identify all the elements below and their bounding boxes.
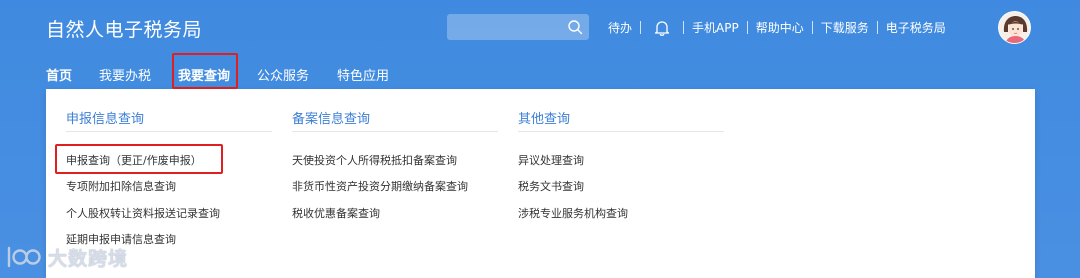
avatar[interactable] <box>998 11 1031 44</box>
user-avatar-icon <box>999 12 1030 43</box>
menu-item-tax-agency-query[interactable]: 涉税专业服务机构查询 <box>518 205 628 221</box>
menu-item-special-deduction-query[interactable]: 专项附加扣除信息查询 <box>66 178 176 194</box>
nav-item-featured-apps[interactable]: 特色应用 <box>337 65 389 84</box>
download-service-link[interactable]: 下载服务 <box>813 19 877 36</box>
main-nav: 首页 我要办税 我要查询 公众服务 特色应用 <box>0 55 1080 91</box>
search-icon[interactable] <box>567 19 583 35</box>
app-title: 自然人电子税务局 <box>46 19 203 41</box>
top-header: 自然人电子税务局 待办 手机APP 帮助中心 下载服务 电子税务局 <box>0 0 1080 55</box>
divider <box>640 21 642 34</box>
query-dropdown-menu: 申报信息查询 申报查询（更正/作废申报） 专项附加扣除信息查询 个人股权转让资料… <box>46 89 1035 278</box>
menu-item-objection-query[interactable]: 异议处理查询 <box>518 152 584 168</box>
search-input[interactable] <box>447 14 567 40</box>
top-links: 待办 手机APP 帮助中心 下载服务 电子税务局 <box>600 0 954 55</box>
divider <box>66 131 272 132</box>
menu-item-equity-transfer-query[interactable]: 个人股权转让资料报送记录查询 <box>66 205 220 221</box>
column-title: 其他查询 <box>518 112 571 127</box>
watermark-text: 大数跨境 <box>48 247 129 270</box>
e-tax-link[interactable]: 电子税务局 <box>878 19 954 36</box>
menu-item-angel-investment-query[interactable]: 天使投资个人所得税抵扣备案查询 <box>292 152 457 168</box>
column-title: 备案信息查询 <box>292 112 371 127</box>
divider <box>518 131 724 132</box>
nav-item-tax-handling[interactable]: 我要办税 <box>99 65 151 84</box>
bell-icon[interactable] <box>653 19 671 37</box>
help-center-link[interactable]: 帮助中心 <box>748 19 812 36</box>
declaration-query-highlight-box <box>55 144 223 174</box>
menu-item-non-monetary-asset-query[interactable]: 非货币性资产投资分期缴纳备案查询 <box>292 178 468 194</box>
nav-item-public-service[interactable]: 公众服务 <box>257 65 309 84</box>
column-title: 申报信息查询 <box>66 112 145 127</box>
search-box[interactable] <box>447 14 589 40</box>
divider <box>292 131 498 132</box>
todo-link[interactable]: 待办 <box>600 19 640 36</box>
watermark: 大数跨境 <box>6 242 128 272</box>
mobile-app-link[interactable]: 手机APP <box>684 19 747 36</box>
watermark-logo-icon <box>7 246 41 268</box>
nav-query-highlight-box <box>172 53 238 89</box>
menu-item-tax-document-query[interactable]: 税务文书查询 <box>518 178 584 194</box>
menu-item-tax-incentive-query[interactable]: 税收优惠备案查询 <box>292 205 380 221</box>
nav-item-home[interactable]: 首页 <box>46 65 73 91</box>
